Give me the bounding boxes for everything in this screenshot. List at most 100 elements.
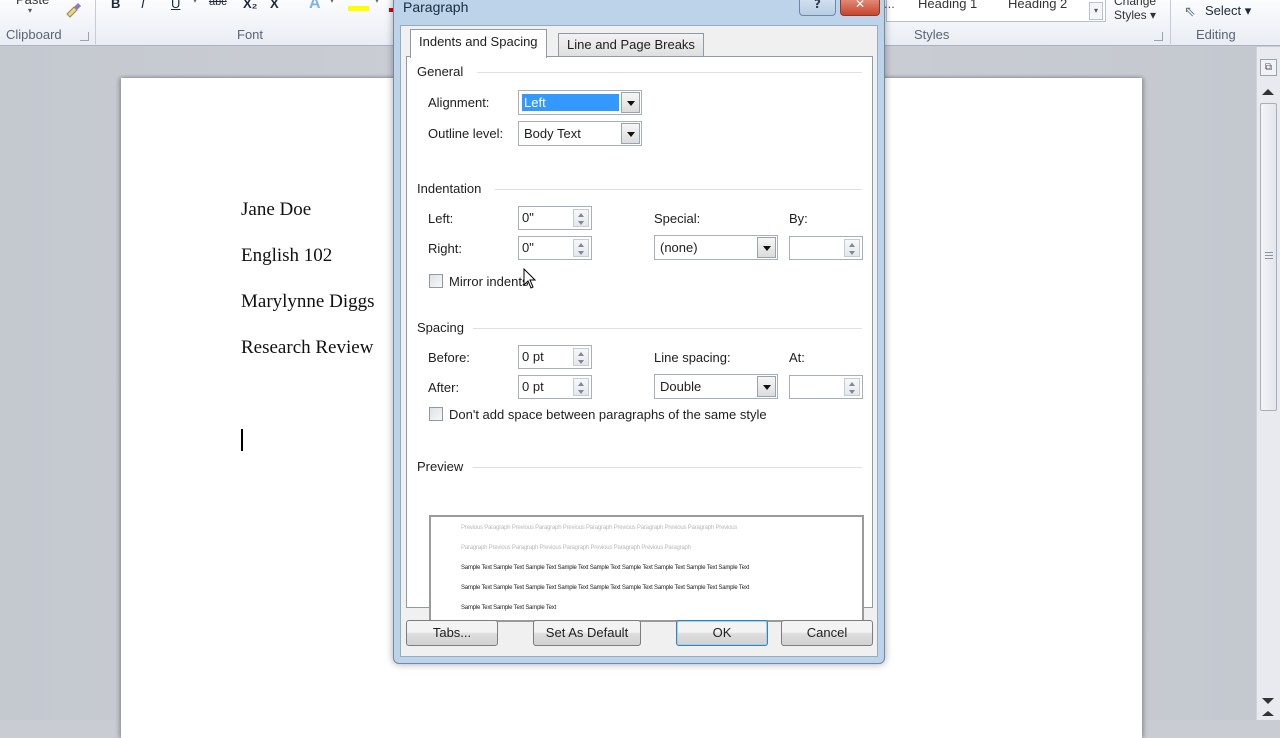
chevron-down-icon[interactable] [621,123,640,144]
chevron-down-icon[interactable] [757,237,776,258]
spacing-before-value: 0 pt [522,349,544,364]
dont-add-space-checkbox[interactable] [429,407,443,421]
clipboard-group-label: Clipboard [6,27,62,42]
spinner-arrows[interactable] [844,239,860,257]
spin-up-icon[interactable] [578,352,584,356]
tab-panel: General Alignment: Left Outline level: B… [406,56,873,622]
spin-down-icon[interactable] [849,251,855,255]
clear-formatting-button[interactable]: X [270,0,279,11]
spin-up-icon[interactable] [849,382,855,386]
close-button[interactable]: ✕ [840,0,880,16]
styles-launcher-icon[interactable] [1154,32,1163,41]
doc-line-course[interactable]: English 102 [241,245,332,267]
alignment-select[interactable]: Left [518,90,642,115]
select-button[interactable]: Select ▾ [1205,3,1251,19]
doc-line-instructor[interactable]: Marylynne Diggs [241,291,375,313]
style-normal[interactable]: ... [884,0,895,11]
spinner-arrows[interactable] [573,378,589,396]
spin-down-icon[interactable] [849,390,855,394]
view-ruler-icon[interactable]: ⧉ [1260,59,1277,76]
italic-button[interactable]: I [141,0,145,11]
chevron-down-icon[interactable] [621,92,640,113]
mirror-indents-checkbox[interactable] [429,274,443,288]
indent-left-spinner[interactable]: 0" [518,206,592,230]
styles-more-icon[interactable]: ▾ [1089,2,1103,20]
special-select[interactable]: (none) [654,235,778,260]
indent-left-value: 0" [522,210,534,225]
section-divider [473,328,862,329]
alignment-value: Left [522,94,619,111]
at-label: At: [789,350,805,365]
special-label: Special: [654,211,701,226]
spin-up-icon[interactable] [578,243,584,247]
spin-up-icon[interactable] [578,382,584,386]
scrollbar-thumb[interactable] [1260,103,1277,411]
spin-up-icon[interactable] [849,243,855,247]
text-effects-icon[interactable]: A [309,0,321,13]
set-as-default-button[interactable]: Set As Default [533,620,641,646]
preview-sample-line: Sample Text Sample Text Sample Text Samp… [461,585,750,591]
spinner-arrows[interactable] [573,209,589,227]
at-spinner[interactable] [789,375,863,399]
select-cursor-icon: ⇖ [1184,3,1196,19]
subscript-button[interactable]: X₂ [243,0,257,11]
doc-line-title[interactable]: Research Review [241,337,373,359]
doc-line-name[interactable]: Jane Doe [241,199,311,221]
format-painter-icon[interactable] [64,2,82,18]
tab-line-and-page-breaks[interactable]: Line and Page Breaks [558,33,704,57]
indent-right-spinner[interactable]: 0" [518,236,592,260]
underline-dropdown-icon[interactable]: ▾ [193,0,197,5]
section-divider [477,72,862,73]
spin-up-icon[interactable] [578,213,584,217]
spin-down-icon[interactable] [578,221,584,225]
spin-down-icon[interactable] [578,390,584,394]
strikethrough-button[interactable]: abc [209,0,227,8]
spacing-before-spinner[interactable]: 0 pt [518,345,592,369]
style-heading-2[interactable]: Heading 2 [1008,0,1067,11]
spinner-arrows[interactable] [844,378,860,396]
help-button[interactable]: ? [799,0,836,16]
text-effects-dropdown-icon[interactable]: ▾ [330,0,334,5]
style-heading-1[interactable]: Heading 1 [918,0,977,11]
scroll-down-icon[interactable] [1262,698,1274,704]
tabs-button[interactable]: Tabs... [406,620,498,646]
highlight-dropdown-icon[interactable]: ▾ [375,0,379,5]
cancel-button[interactable]: Cancel [781,620,873,646]
preview-heading: Preview [417,459,464,474]
outline-level-label: Outline level: [428,126,504,141]
clipboard-launcher-icon[interactable] [80,32,89,41]
outline-level-select[interactable]: Body Text [518,121,642,146]
mirror-indents-label[interactable]: Mirror indents [449,274,528,289]
tab-indents-and-spacing[interactable]: Indents and Spacing [410,29,547,58]
thumb-grip-icon [1265,252,1273,253]
change-styles-button[interactable]: Change Styles ▾ [1114,0,1156,22]
spinner-arrows[interactable] [573,348,589,366]
paste-dropdown-icon[interactable]: ▾ [28,6,32,15]
dialog-body: Indents and Spacing Line and Page Breaks… [400,25,878,657]
spacing-after-label: After: [428,380,460,395]
dont-add-space-label[interactable]: Don't add space between paragraphs of th… [449,407,767,422]
preview-sample-line: Sample Text Sample Text Sample Text Samp… [461,565,750,571]
ok-button[interactable]: OK [676,620,768,646]
previous-page-icon[interactable] [1262,711,1274,716]
spin-down-icon[interactable] [578,251,584,255]
highlight-icon[interactable] [348,0,370,12]
scroll-up-icon[interactable] [1262,89,1274,95]
preview-sample-line: Sample Text Sample Text Sample Text [461,605,557,611]
section-divider [473,467,862,468]
vertical-scrollbar[interactable]: ⧉ [1256,47,1280,720]
spacing-before-label: Before: [428,350,470,365]
spinner-arrows[interactable] [573,239,589,257]
preview-box: Previous Paragraph Previous Paragraph Pr… [429,515,864,622]
bold-button[interactable]: B [111,0,120,11]
dialog-title: Paragraph [403,0,469,15]
outline-level-value: Body Text [524,126,581,141]
line-spacing-select[interactable]: Double [654,374,778,399]
paste-button[interactable]: Paste [16,0,49,7]
font-group-label: Font [237,27,264,42]
chevron-down-icon[interactable] [757,376,776,397]
underline-button[interactable]: U [171,0,180,11]
by-spinner[interactable] [789,236,863,260]
spin-down-icon[interactable] [578,360,584,364]
spacing-after-spinner[interactable]: 0 pt [518,375,592,399]
